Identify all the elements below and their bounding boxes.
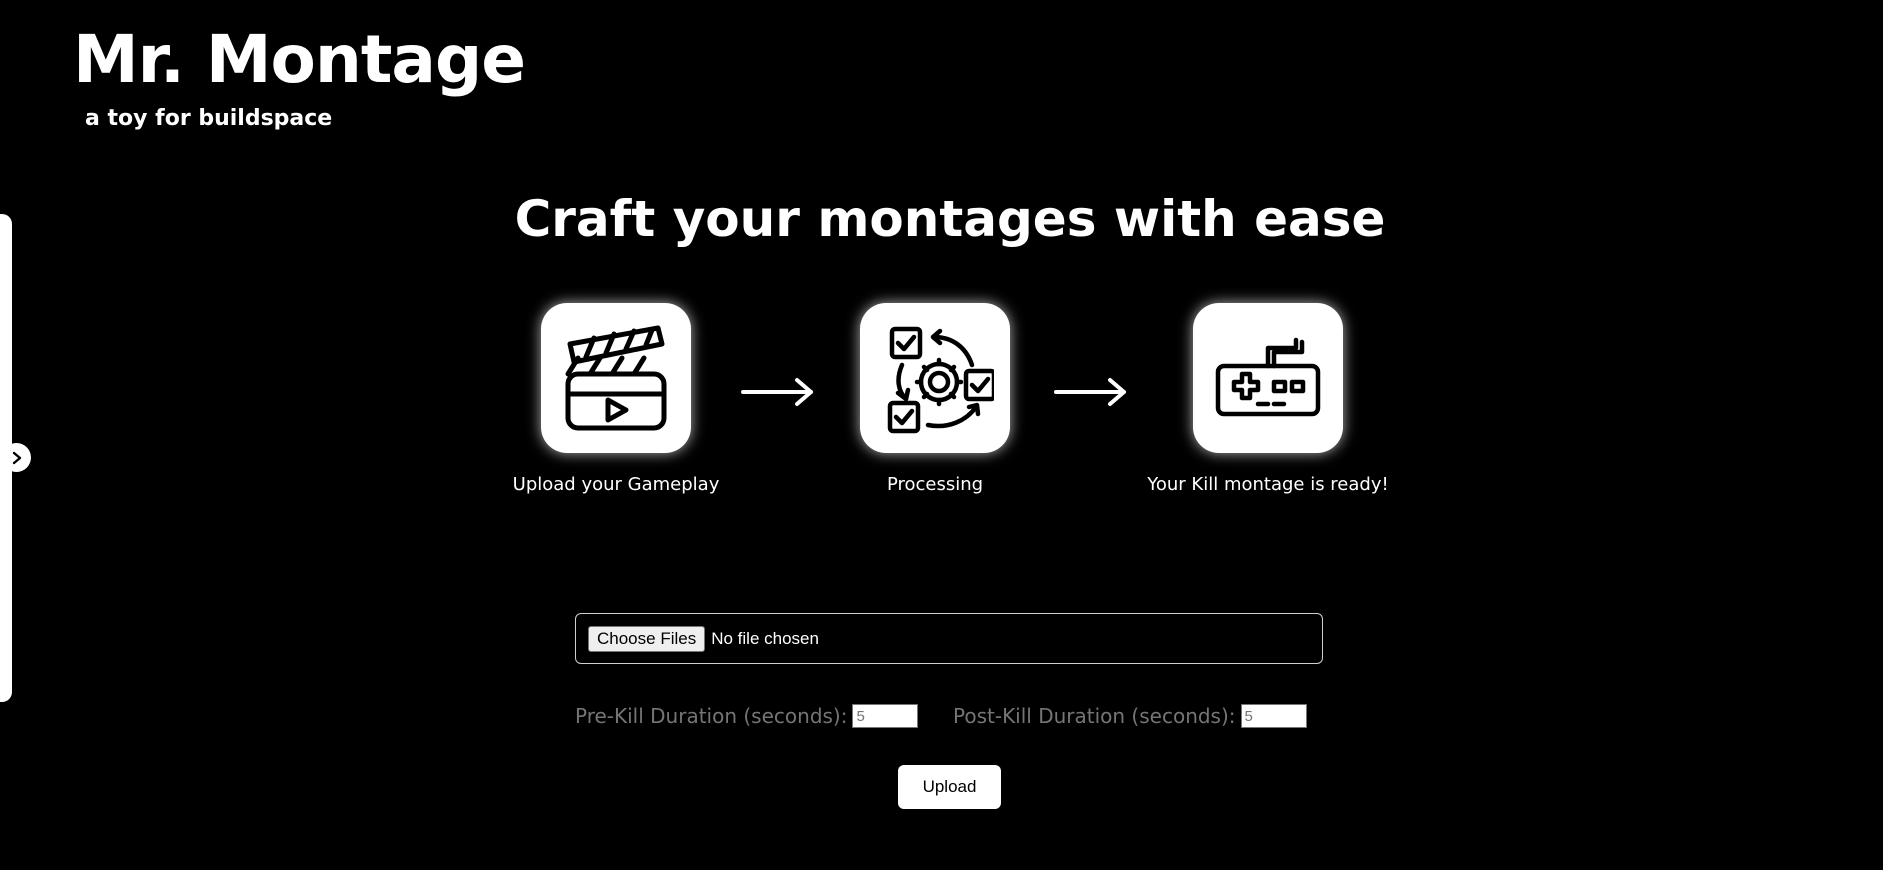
post-kill-duration-label: Post-Kill Duration (seconds):	[953, 704, 1236, 728]
upload-button[interactable]: Upload	[898, 765, 1001, 809]
step-card-processing	[860, 303, 1010, 453]
brand-subtitle: a toy for buildspace	[85, 106, 333, 131]
arrow-right-icon	[741, 378, 813, 406]
pre-kill-duration-input[interactable]	[852, 704, 919, 728]
gamepad-icon	[1215, 337, 1321, 417]
clapperboard-icon	[565, 325, 667, 431]
post-kill-duration-group: Post-Kill Duration (seconds):	[953, 704, 1307, 728]
step-card-ready	[1193, 303, 1343, 453]
file-input-container: Choose Files No file chosen	[575, 613, 1323, 664]
step-label-upload: Upload your Gameplay	[512, 474, 720, 495]
chevron-right-icon	[12, 451, 21, 464]
brand-title: Mr. Montage	[73, 21, 526, 98]
pre-kill-duration-group: Pre-Kill Duration (seconds):	[575, 704, 919, 728]
pre-kill-duration-label: Pre-Kill Duration (seconds):	[575, 704, 848, 728]
post-kill-duration-input[interactable]	[1240, 704, 1307, 728]
hero-title: Craft your montages with ease	[514, 190, 1386, 248]
arrow-right-icon	[1054, 378, 1126, 406]
page: Mr. Montage a toy for buildspace Craft y…	[0, 0, 1883, 870]
processing-gear-icon	[887, 326, 994, 434]
step-label-processing: Processing	[886, 474, 984, 495]
sidebar-toggle-button[interactable]	[2, 443, 31, 472]
file-status-text: No file chosen	[711, 628, 819, 648]
step-card-upload	[541, 303, 691, 453]
step-label-ready: Your Kill montage is ready!	[1147, 474, 1389, 495]
choose-files-button[interactable]: Choose Files	[588, 625, 706, 652]
